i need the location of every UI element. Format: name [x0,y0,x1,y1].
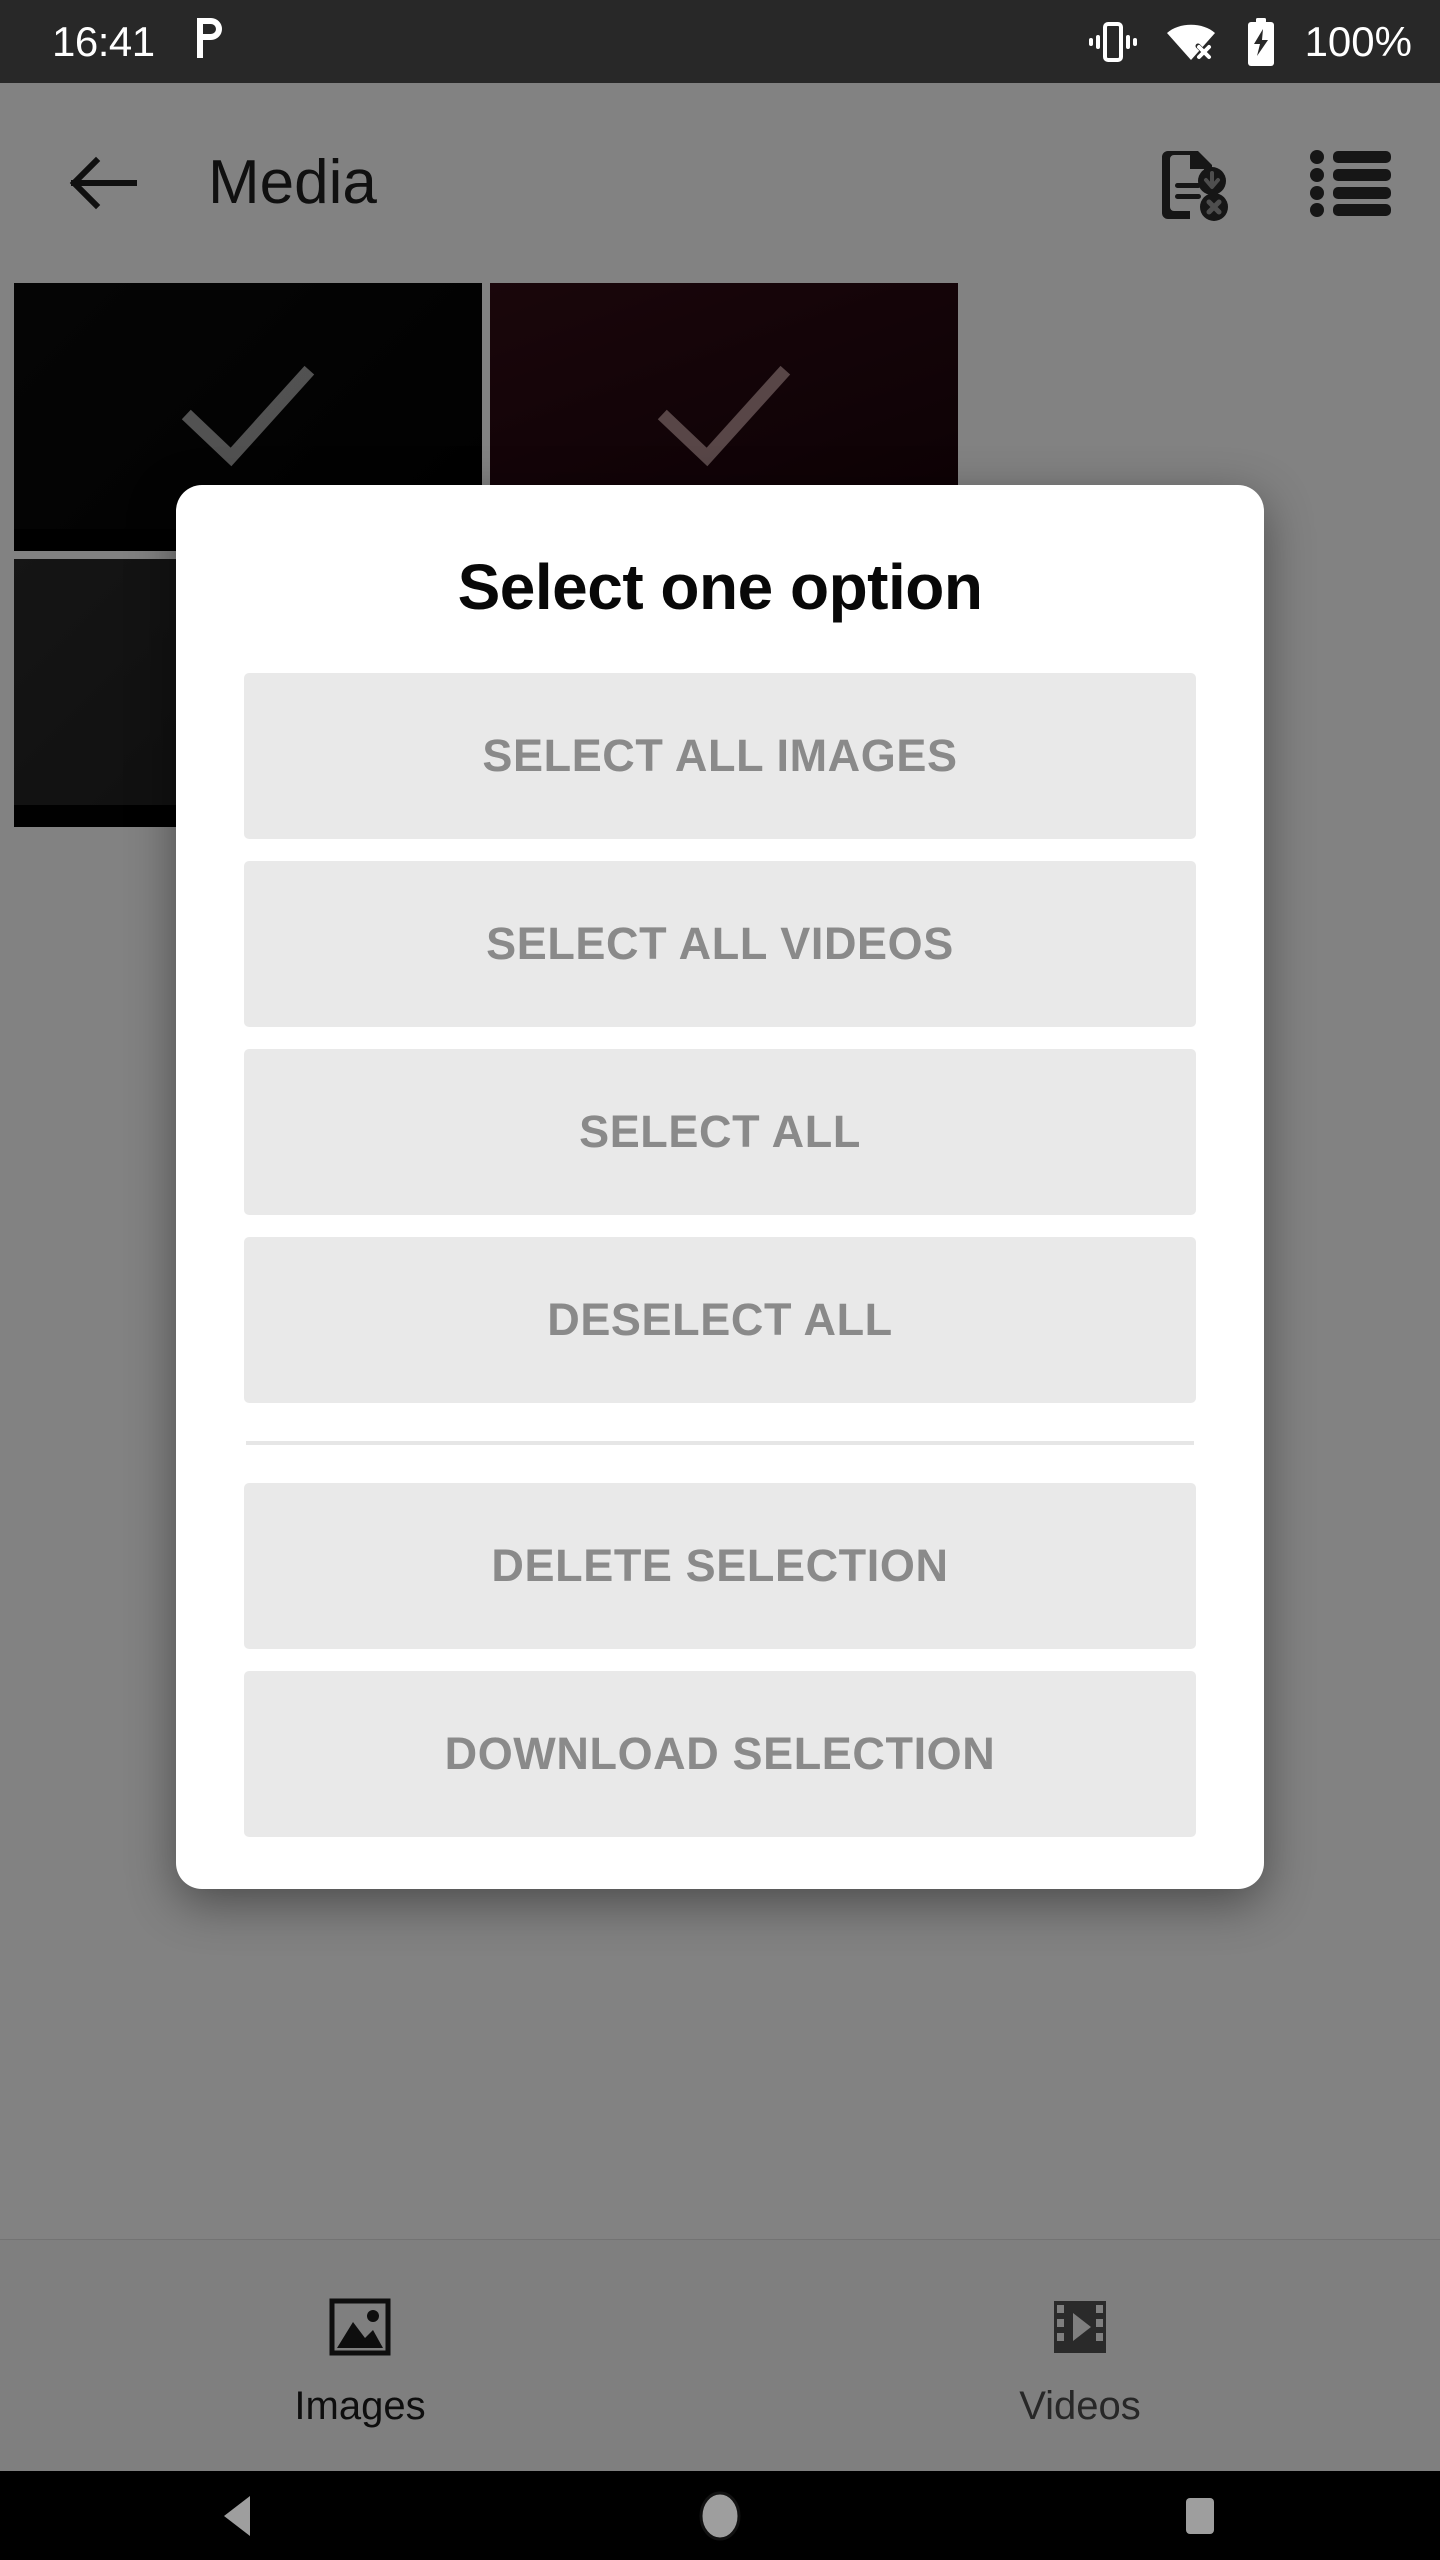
dialog-divider [246,1441,1194,1445]
nav-home-button[interactable] [640,2471,800,2560]
android-navigation-bar [0,2471,1440,2560]
select-all-images-button[interactable]: SELECT ALL IMAGES [244,673,1196,839]
device-screen: 16:41 100% Media Images Videos Select on… [0,0,1440,2560]
select-all-videos-button[interactable]: SELECT ALL VIDEOS [244,861,1196,1027]
dialog-body: SELECT ALL IMAGES SELECT ALL VIDEOS SELE… [176,627,1264,1837]
circle-home-icon [699,2491,741,2540]
status-clock: 16:41 [52,17,155,65]
status-bar: 16:41 100% [0,0,1440,83]
nav-back-button[interactable] [160,2471,320,2560]
nav-recents-button[interactable] [1120,2471,1280,2560]
status-bar-right: 100% [1087,17,1412,66]
wifi-off-icon [1166,24,1215,60]
select-option-dialog: Select one option SELECT ALL IMAGES SELE… [176,485,1264,1889]
deselect-all-button[interactable]: DESELECT ALL [244,1237,1196,1403]
square-recents-icon [1186,2497,1214,2534]
status-bar-left: 16:41 [52,16,227,67]
p-glyph-icon [196,18,222,58]
dialog-title: Select one option [457,551,983,623]
delete-selection-button[interactable]: DELETE SELECTION [244,1483,1196,1649]
download-selection-button[interactable]: DOWNLOAD SELECTION [244,1671,1196,1837]
p-notification-icon [193,16,227,67]
select-all-button[interactable]: SELECT ALL [244,1049,1196,1215]
vibrate-icon [1088,21,1137,62]
triangle-back-icon [224,2495,250,2536]
battery-percent-label: 100% [1304,17,1412,65]
battery-charging-icon [1247,17,1274,66]
